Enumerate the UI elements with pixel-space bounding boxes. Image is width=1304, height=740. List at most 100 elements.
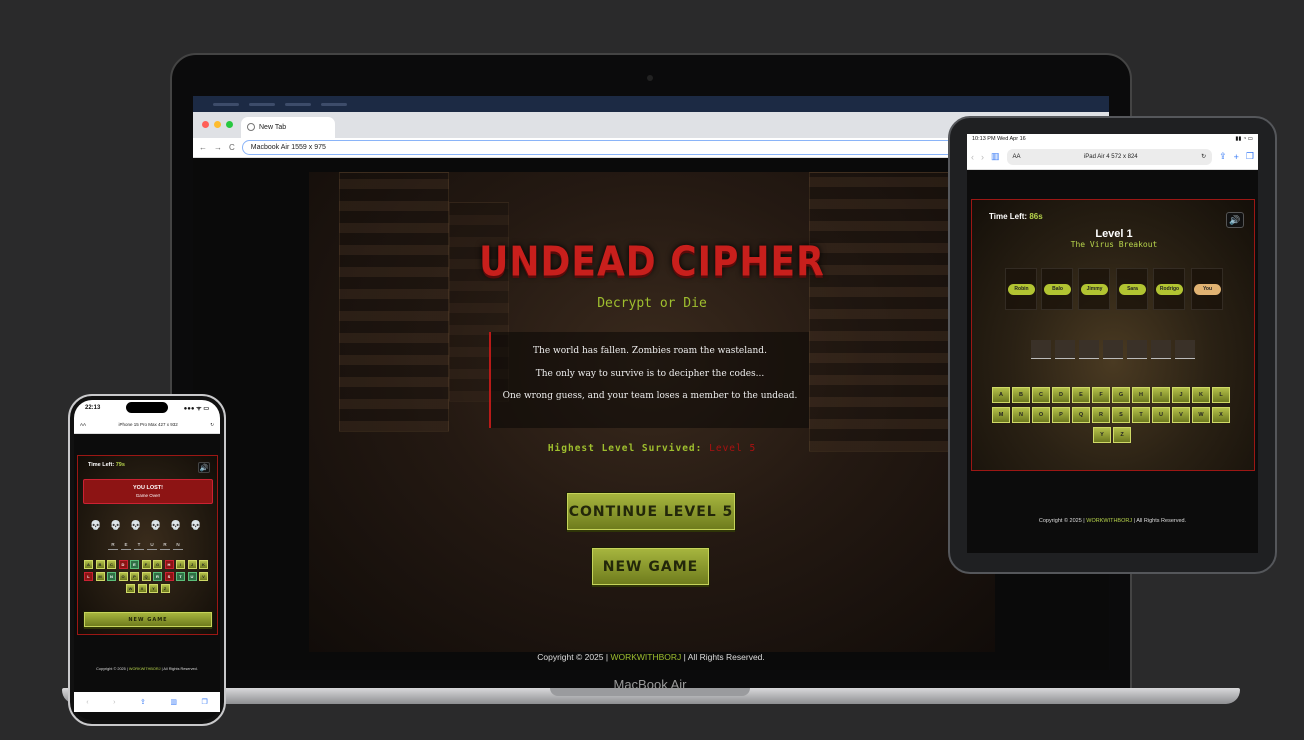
key-a[interactable]: A (992, 387, 1010, 403)
speaker-icon[interactable]: 🔊 (198, 462, 210, 473)
key-k[interactable]: K (1192, 387, 1210, 403)
reload-icon[interactable]: ↻ (210, 422, 214, 428)
key-c[interactable]: C (107, 560, 116, 569)
key-m[interactable]: M (992, 407, 1010, 423)
level-title: Level 1 (1095, 228, 1133, 240)
iphone-game-panel: Time Left: 79s 🔊 YOU LOST! Game Over! 💀 💀… (77, 455, 218, 635)
tabs-icon[interactable]: ❐ (201, 698, 207, 706)
key-s[interactable]: S (164, 572, 174, 581)
key-c[interactable]: C (1032, 387, 1050, 403)
key-u[interactable]: U (1152, 407, 1170, 423)
back-icon[interactable]: ‹ (971, 152, 974, 162)
key-d[interactable]: D (118, 560, 128, 569)
text-size-button[interactable]: AA (1013, 154, 1021, 160)
back-icon[interactable]: ‹ (86, 699, 88, 706)
address-bar[interactable]: AA iPhone 15 Pro Max 427 x 932 ↻ (74, 416, 220, 434)
key-j[interactable]: J (187, 560, 197, 569)
key-o[interactable]: O (118, 572, 128, 581)
key-b[interactable]: B (95, 560, 105, 569)
key-g[interactable]: G (1112, 387, 1130, 403)
key-y[interactable]: Y (1093, 427, 1111, 443)
key-n[interactable]: N (107, 572, 116, 581)
key-r[interactable]: R (1092, 407, 1110, 423)
key-p[interactable]: P (1052, 407, 1070, 423)
back-icon[interactable]: ← (199, 143, 207, 152)
key-t[interactable]: T (1132, 407, 1150, 423)
address-text: iPhone 15 Pro Max 427 x 932 (118, 422, 178, 427)
new-game-button[interactable]: NEW GAME (592, 548, 709, 585)
speaker-icon[interactable]: 🔊 (1226, 212, 1244, 228)
key-k[interactable]: K (199, 560, 208, 569)
forward-icon[interactable]: › (981, 152, 984, 162)
key-v[interactable]: V (199, 572, 208, 581)
share-icon[interactable]: ⇪ (1219, 151, 1227, 162)
key-f[interactable]: F (1092, 387, 1110, 403)
reload-icon[interactable]: C (229, 143, 235, 152)
share-icon[interactable]: ⇪ (140, 698, 146, 706)
menu-item[interactable] (321, 102, 347, 106)
key-l[interactable]: L (84, 572, 93, 581)
key-a[interactable]: A (84, 560, 93, 569)
key-q[interactable]: Q (141, 572, 151, 581)
book-icon[interactable]: ▥ (170, 698, 177, 706)
key-m[interactable]: M (95, 572, 105, 581)
key-h[interactable]: H (1132, 387, 1150, 403)
team-member-name: Balo (1044, 284, 1071, 295)
key-i[interactable]: I (176, 560, 185, 569)
key-w[interactable]: W (126, 584, 135, 593)
key-p[interactable]: P (130, 572, 139, 581)
key-b[interactable]: B (1012, 387, 1030, 403)
maximize-window-button[interactable] (226, 121, 233, 128)
key-e[interactable]: E (1072, 387, 1090, 403)
key-l[interactable]: L (1212, 387, 1230, 403)
footer-prefix: Copyright © 2025 | (96, 667, 128, 671)
book-icon[interactable]: ▥ (991, 151, 1000, 162)
forward-icon[interactable]: → (214, 143, 222, 152)
key-z[interactable]: Z (1113, 427, 1131, 443)
key-j[interactable]: J (1172, 387, 1190, 403)
footer-prefix: Copyright © 2025 | (537, 652, 609, 662)
key-n[interactable]: N (1012, 407, 1030, 423)
text-size-button[interactable]: AA (80, 422, 86, 427)
browser-tab[interactable]: New Tab (241, 117, 335, 138)
key-z[interactable]: Z (160, 584, 170, 593)
new-tab-icon[interactable]: + (1234, 152, 1239, 162)
menu-item[interactable] (213, 102, 239, 106)
menu-item[interactable] (285, 102, 311, 106)
tabs-icon[interactable]: ❐ (1246, 151, 1254, 162)
key-y[interactable]: Y (149, 584, 158, 593)
minimize-window-button[interactable] (214, 121, 221, 128)
key-s[interactable]: S (1112, 407, 1130, 423)
key-f[interactable]: F (141, 560, 151, 569)
key-o[interactable]: O (1032, 407, 1050, 423)
ipad-game-panel: Time Left: 86s 🔊 Level 1 The Virus Break… (971, 199, 1255, 471)
key-x[interactable]: X (1212, 407, 1230, 423)
key-w[interactable]: W (1192, 407, 1210, 423)
new-game-button[interactable]: NEW GAME (84, 612, 212, 627)
lost-title: YOU LOST! (133, 485, 163, 491)
key-i[interactable]: I (1152, 387, 1170, 403)
close-window-button[interactable] (202, 121, 209, 128)
safari-bottom-bar: ‹ › ⇪ ▥ ❐ (74, 692, 220, 712)
address-bar[interactable]: AA iPad Air 4 572 x 824 ↻ (1006, 148, 1213, 165)
reload-icon[interactable]: ↻ (1201, 153, 1206, 160)
key-u[interactable]: U (187, 572, 197, 581)
letter-blank (1127, 340, 1147, 359)
forward-icon[interactable]: › (113, 699, 115, 706)
key-e[interactable]: E (130, 560, 139, 569)
key-r[interactable]: R (153, 572, 162, 581)
skull-icon: 💀 (170, 520, 182, 530)
key-d[interactable]: D (1052, 387, 1070, 403)
key-q[interactable]: Q (1072, 407, 1090, 423)
menu-item[interactable] (249, 102, 275, 106)
story-line: The only way to survive is to decipher t… (535, 368, 765, 379)
key-t[interactable]: T (176, 572, 185, 581)
key-v[interactable]: V (1172, 407, 1190, 423)
footer-brand-link[interactable]: WORKWITHBORJ (610, 652, 681, 662)
footer-brand-link[interactable]: WORKWITHBORJ (1086, 518, 1132, 524)
key-h[interactable]: H (164, 560, 174, 569)
key-x[interactable]: X (137, 584, 147, 593)
continue-level-button[interactable]: CONTINUE LEVEL 5 (567, 493, 735, 530)
key-g[interactable]: G (153, 560, 162, 569)
footer-brand-link[interactable]: WORKWITHBORJ (129, 667, 161, 671)
